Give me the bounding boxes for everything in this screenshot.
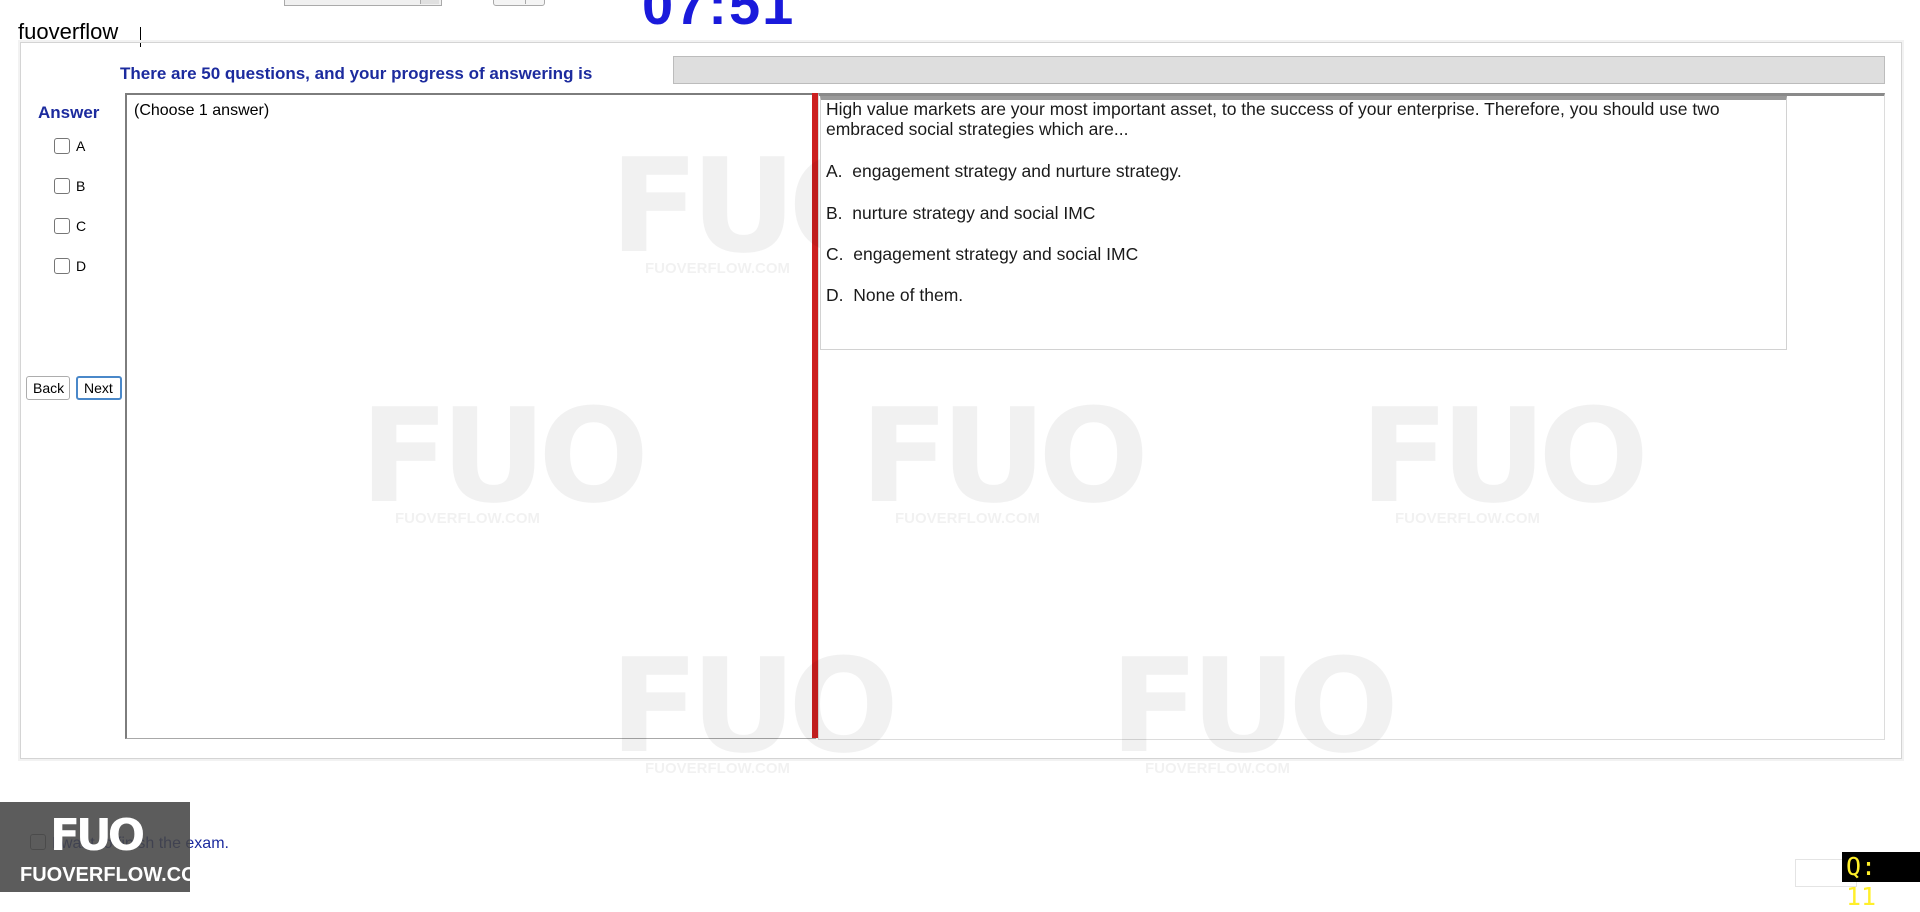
answer-option-b[interactable]: B [54, 178, 85, 194]
checkbox-d[interactable] [54, 258, 70, 274]
watermark-site: FUOVERFLOW.COM [645, 260, 790, 277]
combo-dropdown-button[interactable] [420, 0, 439, 4]
answer-option-d[interactable]: D [54, 258, 86, 274]
logo-mark: FUO [50, 810, 145, 861]
question-option-d: D. None of them. [826, 285, 963, 306]
logo-text: FUOVERFLOW.COM [20, 864, 214, 886]
watermark-site: FUOVERFLOW.COM [895, 510, 1040, 527]
back-button[interactable]: Back [26, 376, 70, 400]
answer-option-c[interactable]: C [54, 218, 86, 234]
question-text: High value markets are your most importa… [826, 99, 1720, 139]
option-letter: B. [826, 203, 843, 223]
option-label-a: A [76, 138, 86, 154]
watermark-site: FUOVERFLOW.COM [395, 510, 540, 527]
option-label-d: D [76, 258, 87, 274]
progress-bar [673, 56, 1885, 84]
exam-code-combo[interactable] [284, 0, 442, 6]
countdown-timer: 07:51 [642, 0, 796, 36]
watermark-site: FUOVERFLOW.COM [645, 760, 790, 777]
stepper-button[interactable] [525, 0, 544, 4]
option-letter: C. [826, 244, 844, 264]
question-option-c: C. engagement strategy and social IMC [826, 244, 1138, 265]
option-label-b: B [76, 178, 86, 194]
checkbox-c[interactable] [54, 218, 70, 234]
option-label-c: C [76, 218, 87, 234]
progress-label: There are 50 questions, and your progres… [120, 64, 593, 83]
question-option-a: A. engagement strategy and nurture strat… [826, 161, 1182, 182]
option-text: engagement strategy and social IMC [853, 244, 1139, 264]
answer-title: Answer [38, 103, 100, 122]
checkbox-b[interactable] [54, 178, 70, 194]
watermark-site: FUOVERFLOW.COM [1395, 510, 1540, 527]
question-option-b: B. nurture strategy and social IMC [826, 203, 1095, 224]
option-letter: A. [826, 161, 843, 181]
question-number-badge: Q: 11 [1842, 852, 1920, 911]
option-text: engagement strategy and nurture strategy… [852, 161, 1182, 181]
option-text: nurture strategy and social IMC [852, 203, 1096, 223]
watermark-site: FUOVERFLOW.COM [1145, 760, 1290, 777]
option-letter: D. [826, 285, 844, 305]
checkbox-a[interactable] [54, 138, 70, 154]
answer-option-a[interactable]: A [54, 138, 85, 154]
next-button[interactable]: Next [76, 376, 122, 400]
choose-instruction: (Choose 1 answer) [134, 102, 270, 119]
option-text: None of them. [853, 285, 964, 305]
